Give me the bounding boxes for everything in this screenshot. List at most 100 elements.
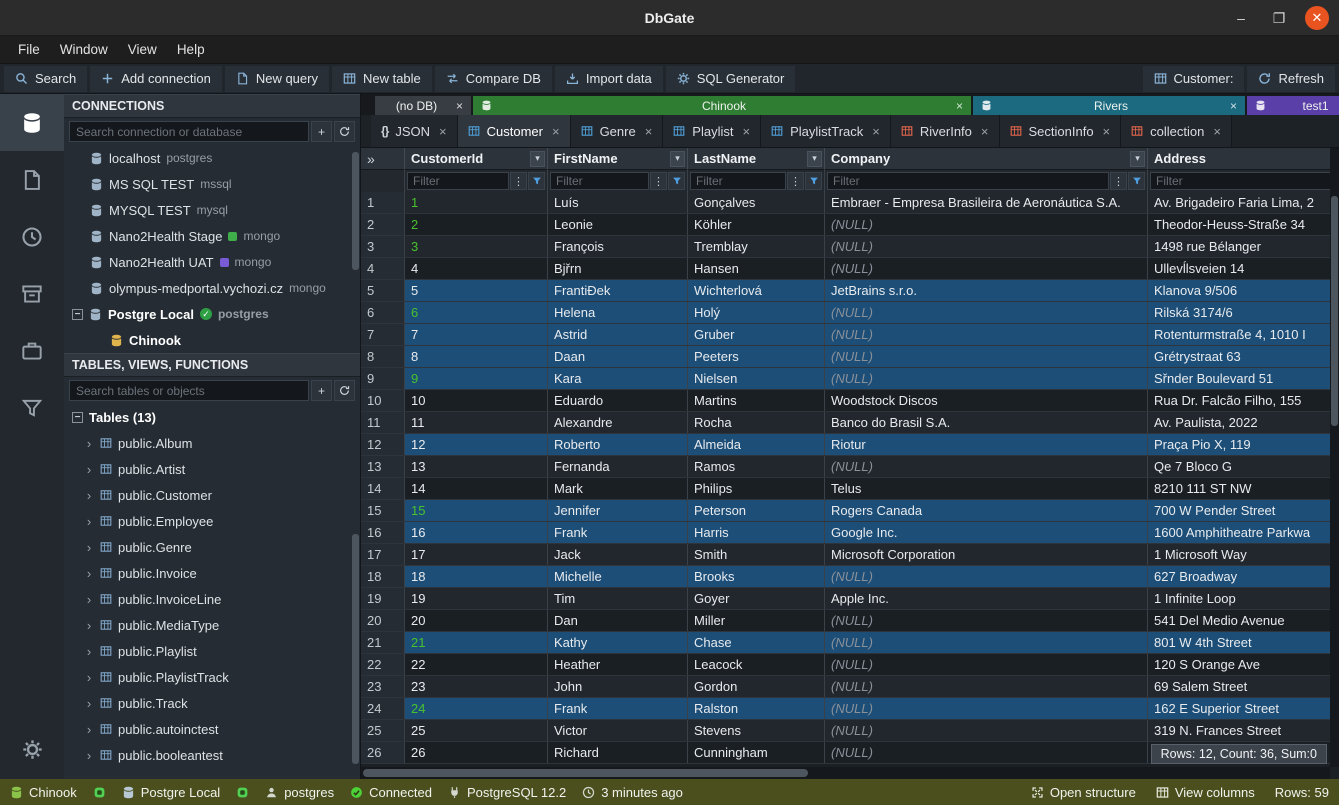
grid-cell[interactable]: Kathy bbox=[548, 632, 688, 653]
grid-cell[interactable]: Frank bbox=[548, 522, 688, 543]
grid-cell[interactable]: 19 bbox=[405, 588, 548, 609]
grid-cell[interactable]: Daan bbox=[548, 346, 688, 367]
grid-cell[interactable]: John bbox=[548, 676, 688, 697]
connection-item-olympus-medportal-vychozi-cz[interactable]: olympus-medportal.vychozi.czmongo bbox=[64, 275, 360, 301]
filter-input-address[interactable] bbox=[1150, 172, 1337, 190]
toolbar-search-button[interactable]: Search bbox=[4, 66, 87, 92]
table-row[interactable]: 77AstridGruber(NULL)Rotenturmstraße 4, 1… bbox=[361, 324, 1339, 346]
grid-corner-expand[interactable]: » bbox=[361, 148, 405, 170]
grid-cell[interactable]: Gonçalves bbox=[688, 192, 825, 213]
close-icon[interactable]: × bbox=[872, 124, 880, 139]
toolbar-import-data-button[interactable]: Import data bbox=[555, 66, 663, 92]
status-view-columns[interactable]: View columns bbox=[1156, 785, 1255, 800]
grid-cell[interactable]: Jack bbox=[548, 544, 688, 565]
chevron-right-icon[interactable]: › bbox=[84, 644, 94, 659]
table-item-public-invoice[interactable]: ›public.Invoice bbox=[64, 560, 360, 586]
grid-cell[interactable]: Philips bbox=[688, 478, 825, 499]
column-menu-button[interactable]: ▾ bbox=[530, 151, 545, 167]
grid-cell[interactable]: Luís bbox=[548, 192, 688, 213]
toolbar-new-query-button[interactable]: New query bbox=[225, 66, 329, 92]
column-header-firstname[interactable]: FirstName▾ bbox=[548, 148, 688, 170]
table-row[interactable]: 2323JohnGordon(NULL)69 Salem Street bbox=[361, 676, 1339, 698]
filter-funnel-button[interactable] bbox=[1128, 172, 1145, 190]
db-tab-test1[interactable]: test1 bbox=[1247, 96, 1339, 115]
grid-cell[interactable]: Qe 7 Bloco G bbox=[1148, 456, 1339, 477]
table-item-public-artist[interactable]: ›public.Artist bbox=[64, 456, 360, 482]
tables-search-input[interactable] bbox=[69, 380, 309, 401]
grid-horizontal-scrollbar-thumb[interactable] bbox=[363, 769, 808, 777]
grid-cell[interactable]: Banco do Brasil S.A. bbox=[825, 412, 1148, 433]
grid-cell[interactable]: Nielsen bbox=[688, 368, 825, 389]
grid-cell[interactable]: 700 W Pender Street bbox=[1148, 500, 1339, 521]
grid-cell[interactable]: 21 bbox=[405, 632, 548, 653]
grid-cell[interactable]: Apple Inc. bbox=[825, 588, 1148, 609]
grid-cell[interactable]: Eduardo bbox=[548, 390, 688, 411]
chevron-right-icon[interactable]: › bbox=[84, 566, 94, 581]
minimize-button[interactable]: – bbox=[1229, 6, 1253, 30]
grid-cell[interactable]: (NULL) bbox=[825, 610, 1148, 631]
grid-cell[interactable]: Rocha bbox=[688, 412, 825, 433]
tab-playlisttrack[interactable]: PlaylistTrack× bbox=[761, 115, 891, 147]
grid-cell[interactable]: 3 bbox=[405, 236, 548, 257]
table-item-public-employee[interactable]: ›public.Employee bbox=[64, 508, 360, 534]
toolbar-add-connection-button[interactable]: Add connection bbox=[90, 66, 222, 92]
close-icon[interactable]: × bbox=[1213, 124, 1221, 139]
grid-cell[interactable]: 627 Broadway bbox=[1148, 566, 1339, 587]
connections-scrollbar[interactable] bbox=[352, 152, 359, 270]
grid-cell[interactable]: FrantiĐek bbox=[548, 280, 688, 301]
maximize-button[interactable]: ❐ bbox=[1267, 6, 1291, 30]
grid-cell[interactable]: Stevens bbox=[688, 720, 825, 741]
menu-help[interactable]: Help bbox=[167, 39, 215, 60]
table-row[interactable]: 2525VictorStevens(NULL)319 N. Frances St… bbox=[361, 720, 1339, 742]
column-header-address[interactable]: Address bbox=[1148, 148, 1339, 170]
column-header-customerid[interactable]: CustomerId▾ bbox=[405, 148, 548, 170]
grid-cell[interactable]: 15 bbox=[405, 500, 548, 521]
table-row[interactable]: 44BjřrnHansen(NULL)Ullevĺlsveien 14 bbox=[361, 258, 1339, 280]
grid-cell[interactable]: Martins bbox=[688, 390, 825, 411]
menu-view[interactable]: View bbox=[118, 39, 167, 60]
grid-cell[interactable]: 13 bbox=[405, 456, 548, 477]
grid-cell[interactable]: 1 Microsoft Way bbox=[1148, 544, 1339, 565]
grid-cell[interactable]: Leacock bbox=[688, 654, 825, 675]
grid-cell[interactable]: 11 bbox=[405, 412, 548, 433]
table-row[interactable]: 33FrançoisTremblay(NULL)1498 rue Bélange… bbox=[361, 236, 1339, 258]
close-icon[interactable]: × bbox=[1230, 99, 1237, 113]
table-row[interactable]: 99KaraNielsen(NULL)Sřnder Boulevard 51 bbox=[361, 368, 1339, 390]
grid-cell[interactable]: (NULL) bbox=[825, 698, 1148, 719]
grid-cell[interactable]: Embraer - Empresa Brasileira de Aeronáut… bbox=[825, 192, 1148, 213]
grid-cell[interactable]: 26 bbox=[405, 742, 548, 763]
table-row[interactable]: 2222HeatherLeacock(NULL)120 S Orange Ave bbox=[361, 654, 1339, 676]
grid-cell[interactable]: Holý bbox=[688, 302, 825, 323]
grid-cell[interactable]: (NULL) bbox=[825, 654, 1148, 675]
grid-vertical-scrollbar-thumb[interactable] bbox=[1331, 196, 1338, 426]
toolbar-compare-db-button[interactable]: Compare DB bbox=[435, 66, 552, 92]
close-button[interactable]: ✕ bbox=[1305, 6, 1329, 30]
grid-cell[interactable]: Fernanda bbox=[548, 456, 688, 477]
add-table-icon-button[interactable]: + bbox=[311, 380, 332, 401]
filter-input-company[interactable] bbox=[827, 172, 1109, 190]
close-icon[interactable]: × bbox=[456, 99, 463, 113]
filter-funnel-button[interactable] bbox=[805, 172, 822, 190]
grid-cell[interactable]: 14 bbox=[405, 478, 548, 499]
table-item-public-autoinctest[interactable]: ›public.autoinctest bbox=[64, 716, 360, 742]
close-icon[interactable]: × bbox=[552, 124, 560, 139]
grid-cell[interactable]: 23 bbox=[405, 676, 548, 697]
table-item-public-customer[interactable]: ›public.Customer bbox=[64, 482, 360, 508]
connection-item-nano2health-stage[interactable]: Nano2Health Stagemongo bbox=[64, 223, 360, 249]
chevron-right-icon[interactable]: › bbox=[84, 540, 94, 555]
grid-cell[interactable]: Ramos bbox=[688, 456, 825, 477]
db-tab-no-db[interactable]: (no DB)× bbox=[375, 96, 471, 115]
grid-cell[interactable]: 541 Del Medio Avenue bbox=[1148, 610, 1339, 631]
grid-cell[interactable]: Astrid bbox=[548, 324, 688, 345]
grid-cell[interactable]: Tim bbox=[548, 588, 688, 609]
close-icon[interactable]: × bbox=[742, 124, 750, 139]
grid-cell[interactable]: Rilská 3174/6 bbox=[1148, 302, 1339, 323]
table-row[interactable]: 1919TimGoyerApple Inc.1 Infinite Loop bbox=[361, 588, 1339, 610]
grid-cell[interactable]: (NULL) bbox=[825, 214, 1148, 235]
grid-cell[interactable]: Google Inc. bbox=[825, 522, 1148, 543]
chevron-right-icon[interactable]: › bbox=[84, 488, 94, 503]
grid-cell[interactable]: Telus bbox=[825, 478, 1148, 499]
chevron-right-icon[interactable]: › bbox=[84, 592, 94, 607]
grid-cell[interactable]: (NULL) bbox=[825, 720, 1148, 741]
filter-input-lastname[interactable] bbox=[690, 172, 786, 190]
